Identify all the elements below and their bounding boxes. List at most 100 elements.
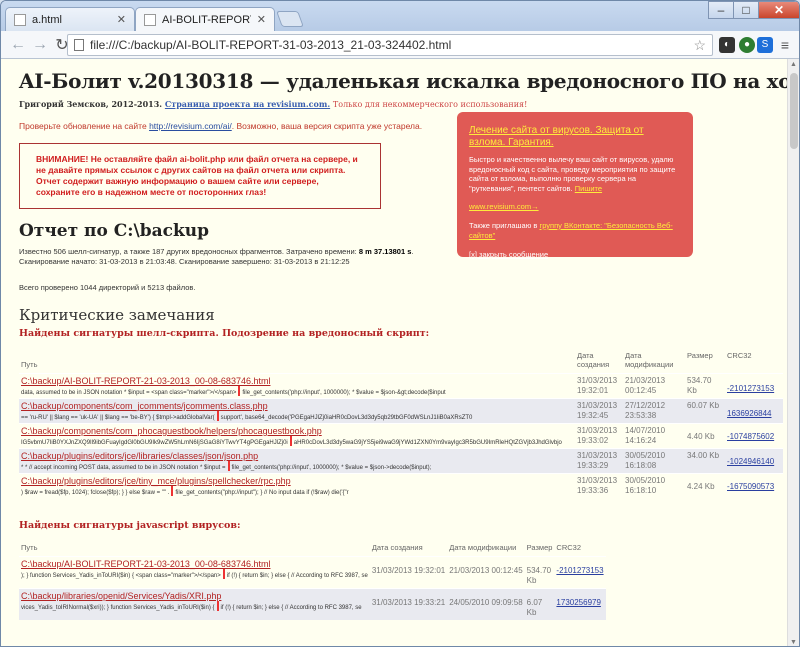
code-fragment: IG5vbmU7IiB0YXJnZXQ9Il9ibGFuayIgdGl0bGU9… bbox=[21, 436, 573, 446]
code-fragment: == 'ru-RU' || $lang == 'uk-UA' || $lang … bbox=[21, 411, 573, 421]
file-path-link[interactable]: C:\backup/libraries/openid/Services/Yadi… bbox=[21, 591, 221, 601]
col-crc[interactable]: CRC32 bbox=[554, 539, 605, 557]
file-size: 6.07 Kb bbox=[524, 588, 555, 620]
minimize-icon[interactable]: – bbox=[708, 1, 734, 19]
col-modified[interactable]: Дата модификации bbox=[447, 539, 524, 557]
promo-write-link[interactable]: Пишите bbox=[575, 184, 602, 193]
file-path-link[interactable]: C:\backup/AI-BOLIT-REPORT-21-03-2013_00-… bbox=[21, 376, 270, 386]
extension-sp-icon[interactable]: S bbox=[757, 37, 773, 53]
close-tab-icon[interactable]: ✕ bbox=[117, 13, 126, 26]
critical-heading: Критические замечания bbox=[19, 306, 215, 324]
file-size: 4.24 Kb bbox=[685, 473, 725, 498]
bookmark-star-icon[interactable]: ☆ bbox=[693, 35, 706, 55]
col-created[interactable]: Дата создания bbox=[575, 347, 623, 374]
modified-date: 21/03/2013 00:12:45 bbox=[447, 556, 525, 589]
tab-label: a.html bbox=[32, 13, 62, 26]
promo-site-link[interactable]: www.revisium.com→ bbox=[469, 202, 539, 211]
close-tab-icon[interactable]: ✕ bbox=[257, 13, 266, 26]
col-size[interactable]: Размер bbox=[525, 539, 555, 557]
close-window-icon[interactable]: ✕ bbox=[758, 1, 799, 19]
col-created[interactable]: Дата создания bbox=[370, 539, 447, 557]
file-path-link[interactable]: C:\backup/plugins/editors/jce/libraries/… bbox=[21, 451, 258, 461]
js-table: Путь Дата создания Дата модификации Разм… bbox=[19, 539, 606, 620]
created-date: 31/03/2013 19:32:01 bbox=[575, 373, 623, 399]
code-fragment: ); } function Services_Yadis_inToURI($in… bbox=[21, 569, 368, 579]
tab-a-html[interactable]: a.html ✕ bbox=[5, 7, 135, 31]
crc-link[interactable]: -2101273153 bbox=[727, 384, 774, 393]
scroll-up-icon[interactable]: ▲ bbox=[790, 61, 797, 68]
byline: Григорий Земсков, 2012-2013. Страница пр… bbox=[19, 99, 789, 109]
extension-globe-icon[interactable]: ● bbox=[739, 37, 755, 53]
modified-date: 14/07/2010 14:16:24 bbox=[623, 423, 685, 449]
promo-title-link[interactable]: Лечение сайта от вирусов. Защита от взло… bbox=[469, 125, 681, 149]
modified-date: 30/05/2010 16:18:10 bbox=[623, 473, 685, 498]
new-tab-button[interactable] bbox=[276, 11, 304, 27]
byline-author: Григорий Земсков, 2012-2013. bbox=[19, 99, 163, 109]
file-path-link[interactable]: C:\backup/components/com_jcomments/jcomm… bbox=[21, 401, 268, 411]
tab-label: AI-BOLIT-REPORT-31 bbox=[162, 13, 251, 26]
file-size: 534.70 Kb bbox=[524, 556, 555, 589]
crc-link[interactable]: -1024946140 bbox=[727, 457, 774, 466]
browser-window: a.html ✕ AI-BOLIT-REPORT-31 ✕ – □ ✕ ← → … bbox=[0, 0, 800, 647]
created-date: 31/03/2013 19:32:45 bbox=[575, 398, 623, 424]
tab-report[interactable]: AI-BOLIT-REPORT-31 ✕ bbox=[135, 7, 275, 31]
back-icon[interactable]: ← bbox=[7, 36, 29, 54]
col-crc[interactable]: CRC32 bbox=[725, 347, 783, 374]
file-path-link[interactable]: C:\backup/plugins/editors/jce/tiny_mce/p… bbox=[21, 476, 291, 486]
table-row: C:\backup/libraries/openid/Services/Yadi… bbox=[19, 588, 606, 620]
scrollbar[interactable]: ▲ ▼ bbox=[787, 59, 799, 646]
file-path-link[interactable]: C:\backup/components/com_phocaguestbook/… bbox=[21, 426, 322, 436]
file-size: 60.07 Kb bbox=[685, 398, 725, 424]
file-size: 534.70 Kb bbox=[685, 373, 725, 399]
address-bar[interactable]: file:///C:/backup/AI-BOLIT-REPORT-31-03-… bbox=[67, 34, 713, 56]
code-fragment: ) $raw = fread($fp, 1024); fclose($fp); … bbox=[21, 486, 573, 496]
js-heading: Найдены сигнатуры javascript вирусов: bbox=[19, 520, 241, 531]
crc-link[interactable]: -1675090573 bbox=[727, 482, 774, 491]
promo-box: Лечение сайта от вирусов. Защита от взло… bbox=[457, 112, 693, 259]
extension-mask-icon[interactable]: ◐ bbox=[719, 37, 735, 53]
created-date: 31/03/2013 19:33:29 bbox=[575, 448, 623, 474]
file-path-link[interactable]: C:\backup/AI-BOLIT-REPORT-21-03-2013_00-… bbox=[21, 559, 270, 569]
page-icon bbox=[144, 13, 156, 26]
table-header: Путь Дата создания Дата модификации Разм… bbox=[19, 539, 606, 557]
page-icon bbox=[14, 13, 26, 26]
col-modified[interactable]: Дата модификации bbox=[623, 347, 685, 374]
scroll-down-icon[interactable]: ▼ bbox=[790, 639, 797, 646]
page-content: AI-Болит v.20130318 — удаленькая искалка… bbox=[1, 59, 789, 646]
created-date: 31/03/2013 19:33:02 bbox=[575, 423, 623, 449]
modified-date: 27/12/2012 23:53:38 bbox=[623, 398, 685, 424]
update-post: . Возможно, ваша версия скрипта уже уста… bbox=[231, 121, 423, 131]
created-date: 31/03/2013 19:33:36 bbox=[575, 473, 623, 498]
total-scanned: Всего проверено 1044 директорий и 5213 ф… bbox=[19, 283, 196, 292]
page-icon bbox=[74, 39, 84, 51]
forward-icon[interactable]: → bbox=[29, 36, 51, 54]
created-date: 31/03/2013 19:32:01 bbox=[369, 556, 448, 589]
modified-date: 30/05/2010 16:18:08 bbox=[623, 448, 685, 474]
menu-wrench-icon[interactable]: ≡ bbox=[777, 37, 793, 53]
col-path[interactable]: Путь bbox=[19, 347, 575, 374]
tab-strip: a.html ✕ AI-BOLIT-REPORT-31 ✕ – □ ✕ bbox=[1, 1, 799, 31]
close-message-link[interactable]: [x] закрыть сообщение bbox=[469, 250, 548, 259]
col-path[interactable]: Путь bbox=[19, 539, 370, 557]
col-size[interactable]: Размер bbox=[685, 347, 725, 374]
maximize-icon[interactable]: □ bbox=[733, 1, 759, 19]
table-row: C:\backup/components/com_jcomments/jcomm… bbox=[19, 398, 783, 424]
crc-link[interactable]: -2101273153 bbox=[556, 566, 603, 575]
table-row: C:\backup/AI-BOLIT-REPORT-21-03-2013_00-… bbox=[19, 373, 783, 399]
toolbar: ← → ↻ file:///C:/backup/AI-BOLIT-REPORT-… bbox=[1, 31, 799, 59]
stats-line2: Сканирование начато: 31-03-2013 в 21:03:… bbox=[19, 257, 350, 266]
scrollbar-thumb[interactable] bbox=[790, 73, 798, 149]
crc-link[interactable]: 1636926844 bbox=[727, 409, 772, 418]
created-date: 31/03/2013 19:33:21 bbox=[369, 588, 448, 620]
file-size: 4.40 Kb bbox=[685, 423, 725, 449]
update-pre: Проверьте обновление на сайте bbox=[19, 121, 147, 131]
project-link[interactable]: Страница проекта на revisium.com. bbox=[165, 99, 330, 109]
crc-link[interactable]: -1074875602 bbox=[727, 432, 774, 441]
byline-note: Только для некоммерческого использования… bbox=[332, 100, 528, 109]
code-fragment: vices_Yadis_toIRINormal($xri)); } functi… bbox=[21, 601, 368, 611]
code-fragment: data, assumed to be in JSON notation * $… bbox=[21, 386, 573, 396]
table-row: C:\backup/components/com_phocaguestbook/… bbox=[19, 423, 783, 449]
crc-link[interactable]: 1730256979 bbox=[556, 598, 601, 607]
page-title: AI-Болит v.20130318 — удаленькая искалка… bbox=[19, 69, 789, 93]
update-link[interactable]: http://revisium.com/ai/ bbox=[149, 121, 232, 131]
